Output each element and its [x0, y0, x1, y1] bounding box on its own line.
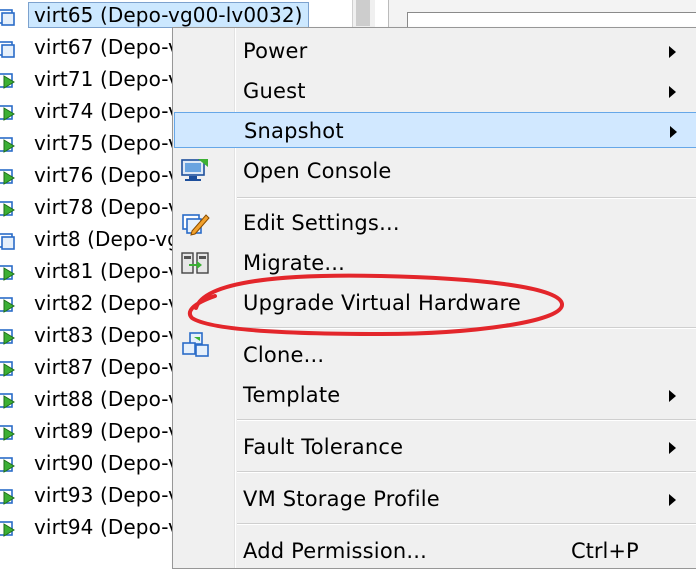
menu-item-label: Add Permission... [243, 539, 428, 563]
menu-item-label: Migrate... [243, 251, 345, 275]
vm-powered-on-icon [0, 329, 15, 345]
tree-item-virt94[interactable]: virt94 (Depo-v [0, 512, 200, 544]
vm-powered-on-icon [0, 169, 15, 185]
tree-item-virt88[interactable]: virt88 (Depo-v [0, 384, 200, 416]
menu-item-label: VM Storage Profile [243, 487, 440, 511]
tree-item-virt78[interactable]: virt78 (Depo-v [0, 192, 200, 224]
menu-item-vm-storage-profile[interactable]: VM Storage Profile [175, 481, 696, 517]
submenu-arrow-icon [669, 86, 676, 98]
menu-separator [237, 197, 696, 199]
menu-item-edit-settings[interactable]: Edit Settings... [175, 205, 696, 241]
menu-separator [237, 523, 696, 525]
vm-powered-off-icon [0, 233, 15, 250]
vm-powered-on-icon [0, 521, 15, 537]
tree-item-virt89[interactable]: virt89 (Depo-v [0, 416, 200, 448]
vm-powered-on-icon [0, 457, 15, 473]
menu-item-label: Clone... [243, 343, 325, 367]
tree-item-virt8[interactable]: virt8 (Depo-vg [0, 224, 200, 256]
menu-item-snapshot[interactable]: Snapshot [174, 112, 696, 148]
menu-item-shortcut: Ctrl+P [571, 539, 639, 563]
menu-item-label: Snapshot [244, 119, 344, 143]
tree-item-virt81[interactable]: virt81 (Depo-v [0, 256, 200, 288]
vm-powered-on-icon [0, 361, 15, 377]
vm-powered-on-icon [0, 137, 15, 153]
tree-item-label: virt65 (Depo-vg00-lv0032) [28, 2, 309, 28]
tree-item-virt67[interactable]: virt67 (Depo-v [0, 32, 200, 64]
tree-item-label: virt67 (Depo-v [34, 35, 180, 59]
tree-item-label: virt74 (Depo-v [34, 99, 180, 123]
tree-item-label: virt93 (Depo-v [34, 483, 180, 507]
tree-item-virt76[interactable]: virt76 (Depo-v [0, 160, 200, 192]
tree-item-label: virt94 (Depo-v [34, 515, 180, 539]
vm-powered-on-icon [0, 73, 15, 89]
tree-item-virt75[interactable]: virt75 (Depo-v [0, 128, 200, 160]
menu-item-open-console[interactable]: Open Console [175, 153, 696, 189]
menu-item-label: Fault Tolerance [243, 435, 404, 459]
tree-item-virt74[interactable]: virt74 (Depo-v [0, 96, 200, 128]
tree-item-label: virt78 (Depo-v [34, 195, 180, 219]
vm-powered-on-icon [0, 489, 15, 505]
menu-item-upgrade-virtual-hardware[interactable]: Upgrade Virtual Hardware [175, 285, 696, 321]
menu-item-label: Edit Settings... [243, 211, 400, 235]
tree-item-label: virt82 (Depo-v [34, 291, 180, 315]
edit-settings-icon [182, 214, 210, 236]
menu-item-fault-tolerance[interactable]: Fault Tolerance [175, 429, 696, 465]
tree-item-virt71[interactable]: virt71 (Depo-v [0, 64, 200, 96]
console-icon [181, 159, 208, 181]
scrollbar-thumb[interactable] [356, 0, 370, 26]
tree-item-virt82[interactable]: virt82 (Depo-v [0, 288, 200, 320]
tree-item-label: virt90 (Depo-v [34, 451, 180, 475]
tree-item-label: virt81 (Depo-v [34, 259, 180, 283]
tree-item-label: virt75 (Depo-v [34, 131, 180, 155]
vm-powered-on-icon [0, 425, 15, 441]
tree-item-label: virt87 (Depo-v [34, 355, 180, 379]
vm-powered-on-icon [0, 297, 15, 313]
tree-scrollbar[interactable] [352, 0, 375, 30]
menu-item-guest[interactable]: Guest [175, 73, 696, 109]
menu-item-label: Open Console [243, 159, 392, 183]
inventory-tree: virt65 (Depo-vg00-lv0032) virt67 (Depo-v… [0, 0, 309, 556]
menu-item-power[interactable]: Power [175, 33, 696, 69]
menu-separator [237, 419, 696, 421]
vm-powered-on-icon [0, 265, 15, 281]
vm-context-menu: Power Guest Snapshot Open Console Edit S… [172, 27, 696, 569]
menu-item-label: Upgrade Virtual Hardware [243, 291, 521, 315]
submenu-arrow-icon [669, 46, 676, 58]
menu-item-label: Template [243, 383, 341, 407]
clone-icon [182, 332, 209, 357]
tree-item-virt93[interactable]: virt93 (Depo-v [0, 480, 200, 512]
tree-item-label: virt88 (Depo-v [34, 387, 180, 411]
vm-powered-off-icon [0, 41, 15, 58]
menu-separator [237, 327, 696, 329]
menu-item-migrate[interactable]: Migrate... [175, 245, 696, 281]
tree-item-virt90[interactable]: virt90 (Depo-v [0, 448, 200, 480]
tree-item-virt87[interactable]: virt87 (Depo-v [0, 352, 200, 384]
details-pane [388, 0, 696, 34]
vm-powered-on-icon [0, 105, 15, 121]
submenu-arrow-icon [670, 126, 677, 138]
vm-powered-on-icon [0, 393, 15, 409]
submenu-arrow-icon [669, 494, 676, 506]
menu-item-add-permission[interactable]: Add Permission... Ctrl+P [175, 533, 696, 569]
tree-item-label: virt89 (Depo-v [34, 419, 180, 443]
vm-powered-off-icon [0, 9, 15, 26]
menu-item-label: Power [243, 39, 308, 63]
menu-item-template[interactable]: Template [175, 377, 696, 413]
tree-item-label: virt76 (Depo-v [34, 163, 180, 187]
tree-item-virt65[interactable]: virt65 (Depo-vg00-lv0032) [0, 0, 309, 32]
tree-item-label: virt71 (Depo-v [34, 67, 180, 91]
menu-item-clone[interactable]: Clone... [175, 332, 696, 373]
vm-powered-on-icon [0, 201, 15, 217]
menu-item-label: Guest [243, 79, 306, 103]
submenu-arrow-icon [669, 390, 676, 402]
tree-item-label: virt8 (Depo-vg [34, 227, 180, 251]
menu-separator [237, 471, 696, 473]
tree-item-virt83[interactable]: virt83 (Depo-v [0, 320, 200, 352]
migrate-icon [181, 252, 209, 274]
submenu-arrow-icon [669, 442, 676, 454]
tree-item-label: virt83 (Depo-v [34, 323, 180, 347]
